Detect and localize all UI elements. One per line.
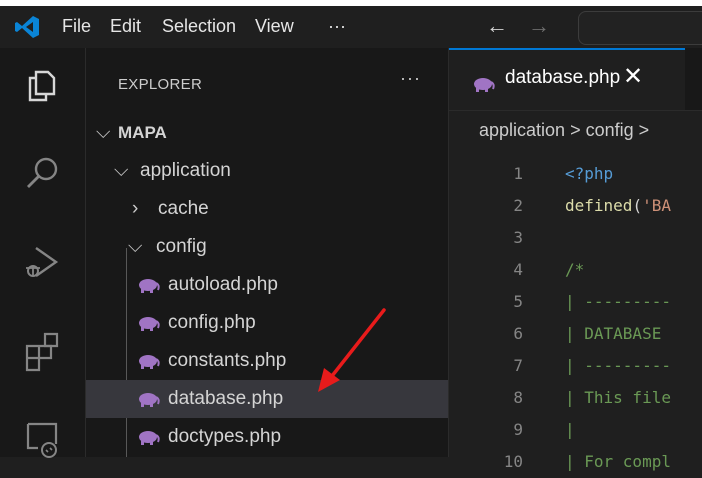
tree-item-config-php[interactable]: config.php bbox=[86, 304, 448, 342]
extensions-icon[interactable] bbox=[18, 326, 66, 374]
line-number: 8 bbox=[513, 388, 523, 407]
line-number: 1 bbox=[513, 164, 523, 183]
code-line: 4 /* bbox=[449, 254, 702, 286]
code-line: 2 defined('BA bbox=[449, 190, 702, 222]
code-line: 3 bbox=[449, 222, 702, 254]
close-icon[interactable]: ✕ bbox=[623, 62, 643, 91]
code-line: 9 | bbox=[449, 414, 702, 446]
line-text: | --------- bbox=[565, 356, 671, 375]
php-file-icon bbox=[139, 430, 160, 445]
line-text: | bbox=[565, 420, 575, 439]
line-text: | This file bbox=[565, 388, 671, 407]
menu-file[interactable]: File bbox=[62, 6, 91, 48]
tree-item-label: config.php bbox=[168, 312, 256, 333]
activity-bar bbox=[0, 48, 86, 458]
tree-item-autoload-php[interactable]: autoload.php bbox=[86, 266, 448, 304]
line-number: 2 bbox=[513, 196, 523, 215]
line-number: 7 bbox=[513, 356, 523, 375]
tree-item-label: constants.php bbox=[168, 350, 287, 371]
tree-item-mapa[interactable]: ⌵ MAPA bbox=[86, 114, 448, 152]
code-line: 5 | --------- bbox=[449, 286, 702, 318]
code-line: 7 | --------- bbox=[449, 350, 702, 382]
chevron-down-icon: ⌵ bbox=[114, 160, 129, 181]
code-line: 6 | DATABASE bbox=[449, 318, 702, 350]
tree-item-label: database.php bbox=[168, 388, 284, 409]
remote-explorer-icon[interactable] bbox=[18, 414, 66, 462]
chevron-down-icon: ⌵ bbox=[128, 236, 143, 257]
chevron-down-icon: ⌵ bbox=[96, 122, 111, 143]
chevron-right-icon: › bbox=[132, 198, 139, 219]
code-line: 10 | For compl bbox=[449, 446, 702, 478]
tree-item-label: application bbox=[140, 160, 231, 181]
line-number: 10 bbox=[503, 452, 523, 471]
code-line: 8 | This file bbox=[449, 382, 702, 414]
tree-item-label: doctypes.php bbox=[168, 426, 282, 447]
forward-arrow-icon[interactable]: → bbox=[528, 6, 550, 48]
tree-item-config-folder[interactable]: ⌵ config bbox=[86, 228, 448, 266]
line-text: <?php bbox=[565, 164, 614, 183]
line-text: /* bbox=[565, 260, 585, 279]
tab-database-php[interactable]: database.php ✕ bbox=[449, 48, 685, 110]
explorer-icon[interactable] bbox=[18, 62, 66, 110]
line-text: defined('BA bbox=[565, 196, 671, 215]
php-file-icon bbox=[139, 392, 160, 407]
tree-item-doctypes-php[interactable]: doctypes.php bbox=[86, 418, 448, 456]
line-number: 4 bbox=[513, 260, 523, 279]
explorer-more-actions-icon[interactable]: ··· bbox=[400, 68, 421, 89]
php-file-icon bbox=[474, 78, 495, 92]
vscode-logo-icon[interactable] bbox=[14, 15, 40, 39]
php-file-icon bbox=[139, 278, 160, 293]
tree-item-label: MAPA bbox=[118, 123, 167, 142]
run-debug-icon[interactable] bbox=[18, 238, 66, 286]
tree-item-label: config bbox=[156, 236, 207, 257]
menu-selection[interactable]: Selection bbox=[162, 6, 236, 48]
menu-more[interactable]: ··· bbox=[328, 6, 346, 48]
tree-item-label: autoload.php bbox=[168, 274, 278, 295]
line-number: 6 bbox=[513, 324, 523, 343]
code-line: 1 <?php bbox=[449, 158, 702, 190]
tree-item-cache[interactable]: › cache bbox=[86, 190, 448, 228]
search-icon[interactable] bbox=[18, 150, 66, 198]
line-number: 9 bbox=[513, 420, 523, 439]
line-number: 5 bbox=[513, 292, 523, 311]
line-text: | DATABASE bbox=[565, 324, 671, 343]
back-arrow-icon[interactable]: ← bbox=[486, 6, 508, 48]
explorer-panel: EXPLORER ··· ⌵ MAPA ⌵ application › cach… bbox=[86, 48, 449, 457]
php-file-icon bbox=[139, 316, 160, 331]
tab-label: database.php bbox=[505, 67, 621, 88]
editor-area: database.php ✕ application > config > 1 <… bbox=[449, 48, 702, 471]
menu-edit[interactable]: Edit bbox=[110, 6, 141, 48]
line-text: | --------- bbox=[565, 292, 671, 311]
explorer-title: EXPLORER bbox=[118, 76, 203, 93]
tree-item-label: cache bbox=[158, 198, 209, 219]
line-text: | For compl bbox=[565, 452, 671, 471]
title-bar: File Edit Selection View ··· ← → bbox=[0, 6, 702, 48]
php-file-icon bbox=[139, 354, 160, 369]
tree-item-constants-php[interactable]: constants.php bbox=[86, 342, 448, 380]
tree-item-database-php[interactable]: database.php bbox=[86, 380, 448, 418]
editor-tab-strip: database.php ✕ bbox=[449, 48, 702, 111]
line-number: 3 bbox=[513, 228, 523, 247]
tree-item-application[interactable]: ⌵ application bbox=[86, 152, 448, 190]
command-center-search[interactable] bbox=[578, 11, 702, 45]
breadcrumb[interactable]: application > config > bbox=[479, 120, 649, 141]
menu-view[interactable]: View bbox=[255, 6, 294, 48]
